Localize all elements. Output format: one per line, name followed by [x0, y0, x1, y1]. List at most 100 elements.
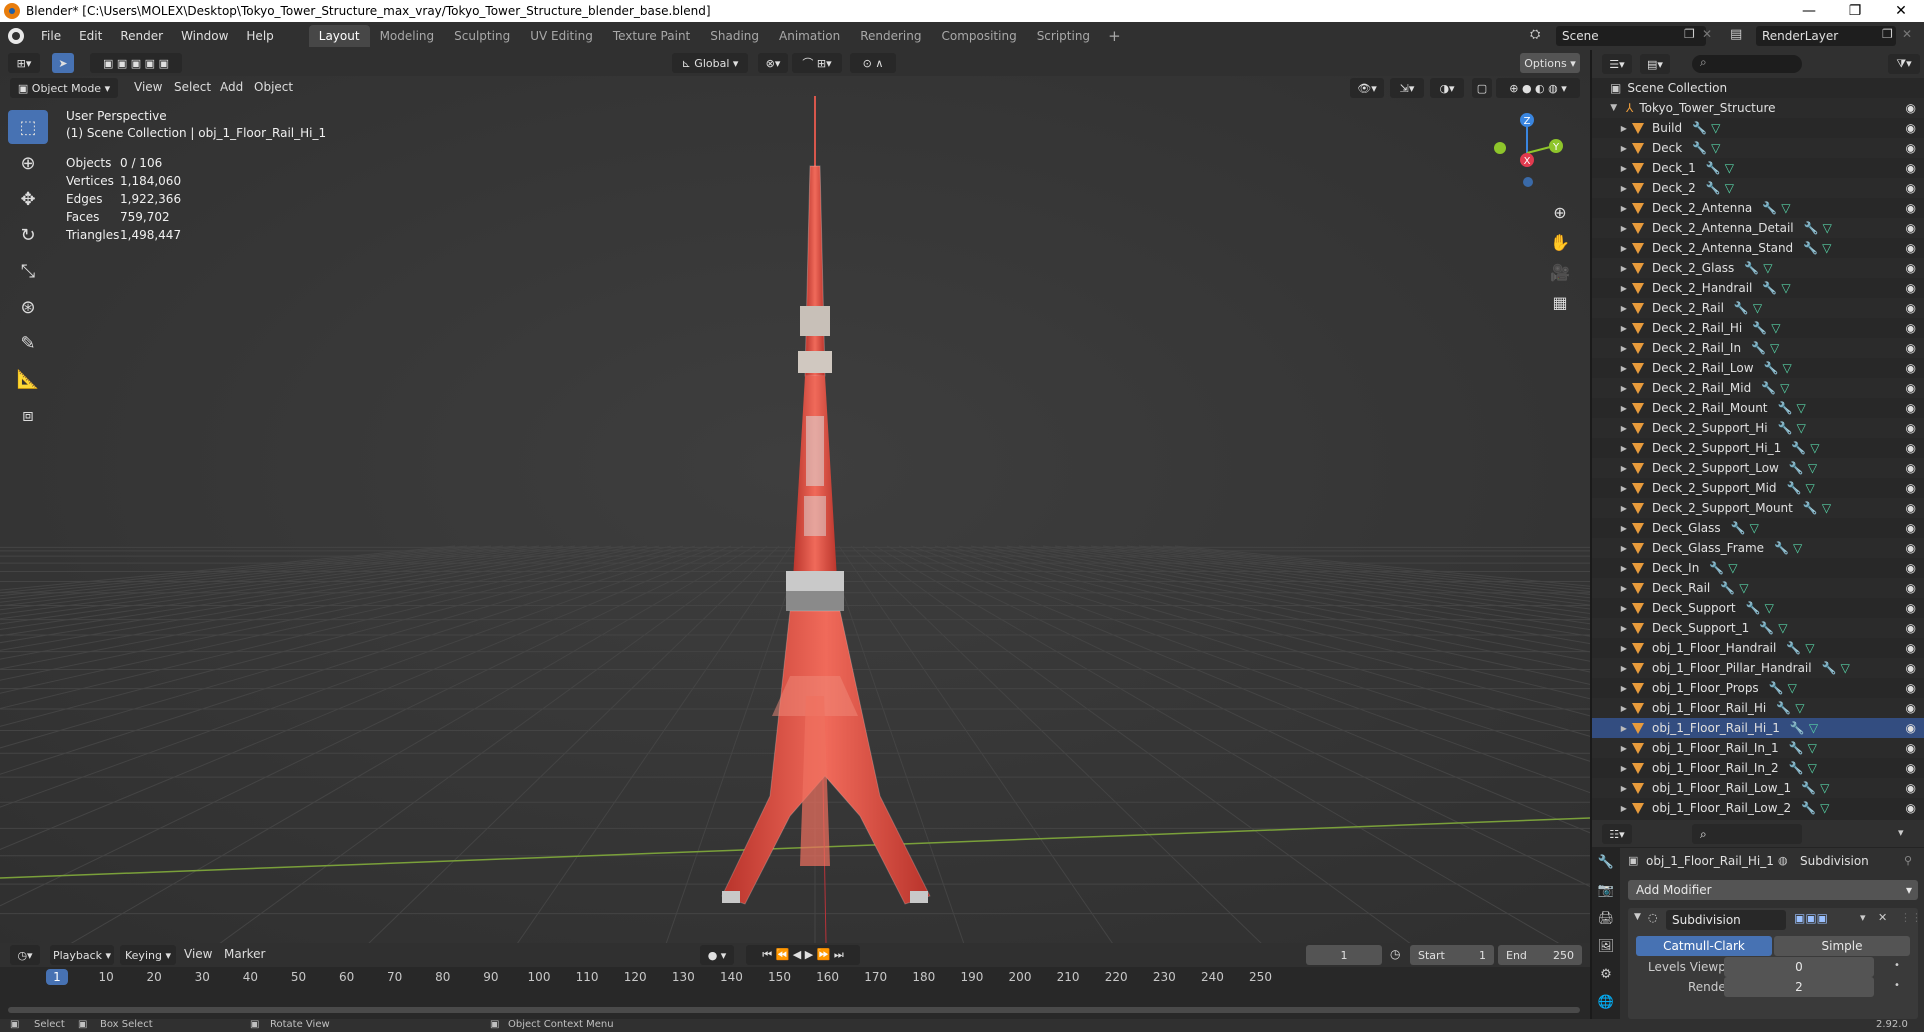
scene-tab-icon[interactable]: ⚙ [1592, 960, 1620, 988]
render-layer-selector[interactable]: RenderLayer [1756, 26, 1896, 46]
mesh-data-icon[interactable]: ▽ [1841, 661, 1850, 675]
wrench-icon[interactable]: 🔧 [1801, 801, 1816, 815]
wrench-icon[interactable]: 🔧 [1778, 421, 1793, 435]
outliner-item[interactable]: ▶ Deck_2_Support_Hi_1 🔧 ▽ ◉ [1592, 438, 1924, 458]
outliner-item[interactable]: ▶ Deck_2_Rail_Hi 🔧 ▽ ◉ [1592, 318, 1924, 338]
mesh-data-icon[interactable]: ▽ [1770, 341, 1779, 355]
zoom-icon[interactable]: ⊕ [1548, 200, 1572, 224]
eye-icon[interactable]: ◉ [1906, 101, 1916, 115]
mesh-data-icon[interactable]: ▽ [1809, 721, 1818, 735]
wrench-icon[interactable]: 🔧 [1731, 521, 1746, 535]
outliner-item[interactable]: ▶ obj_1_Floor_Pillar_Handrail 🔧 ▽ ◉ [1592, 658, 1924, 678]
wrench-icon[interactable]: 🔧 [1787, 481, 1802, 495]
wrench-icon[interactable]: 🔧 [1774, 541, 1789, 555]
proportional-editing-button[interactable]: ⊙ ∧ [850, 53, 896, 73]
outliner-item[interactable]: ▶ obj_1_Floor_Rail_Hi_1 🔧 ▽ ◉ [1592, 718, 1924, 738]
outliner-item[interactable]: ▶ Deck_2_Antenna_Stand 🔧 ▽ ◉ [1592, 238, 1924, 258]
camera-view-icon[interactable]: 🎥 [1548, 260, 1572, 284]
output-tab-icon[interactable]: 🖨 [1592, 904, 1620, 932]
transform-tool-icon[interactable]: ⊛ [8, 290, 48, 324]
eye-icon[interactable]: ◉ [1906, 641, 1916, 655]
add-cube-tool-icon[interactable]: ⧈ [8, 398, 48, 432]
collection-row[interactable]: ▼ ⅄ Tokyo_Tower_Structure ◉ [1592, 98, 1924, 118]
mesh-data-icon[interactable]: ▽ [1763, 261, 1772, 275]
wrench-icon[interactable]: 🔧 [1822, 661, 1837, 675]
eye-icon[interactable]: ◉ [1906, 201, 1916, 215]
wrench-icon[interactable]: 🔧 [1744, 261, 1759, 275]
outliner-item[interactable]: ▶ Deck_2_Rail_Mid 🔧 ▽ ◉ [1592, 378, 1924, 398]
options-button[interactable]: Options ▾ [1520, 53, 1580, 73]
mesh-data-icon[interactable]: ▽ [1780, 381, 1789, 395]
shading-mode-buttons[interactable]: ⊕ ● ◐ ◍ ▾ [1496, 78, 1580, 98]
wrench-icon[interactable]: 🔧 [1762, 201, 1777, 215]
expand-arrow-icon[interactable]: ▶ [1592, 704, 1632, 713]
mesh-data-icon[interactable]: ▽ [1753, 301, 1762, 315]
expand-arrow-icon[interactable]: ▶ [1592, 284, 1632, 293]
eye-icon[interactable]: ◉ [1906, 301, 1916, 315]
eye-icon[interactable]: ◉ [1906, 741, 1916, 755]
mesh-data-icon[interactable]: ▽ [1725, 161, 1734, 175]
mesh-data-icon[interactable]: ▽ [1739, 581, 1748, 595]
tab-shading[interactable]: Shading [700, 25, 769, 47]
outliner-item[interactable]: ▶ Deck_2_Rail_In 🔧 ▽ ◉ [1592, 338, 1924, 358]
expand-arrow-icon[interactable]: ▶ [1592, 264, 1632, 273]
outliner-search-input[interactable]: ⌕ [1692, 55, 1802, 73]
keying-dropdown[interactable]: Keying ▾ [120, 945, 176, 965]
outliner-item[interactable]: ▶ Deck_2_Handrail 🔧 ▽ ◉ [1592, 278, 1924, 298]
wrench-icon[interactable]: 🔧 [1778, 401, 1793, 415]
catmull-clark-button[interactable]: Catmull-Clark [1636, 936, 1772, 956]
expand-arrow-icon[interactable]: ▶ [1592, 464, 1632, 473]
eye-icon[interactable]: ◉ [1906, 381, 1916, 395]
mesh-data-icon[interactable]: ▽ [1778, 621, 1787, 635]
wrench-icon[interactable]: 🔧 [1776, 701, 1791, 715]
outliner-item[interactable]: ▶ Deck 🔧 ▽ ◉ [1592, 138, 1924, 158]
tab-scripting[interactable]: Scripting [1027, 25, 1100, 47]
add-workspace-button[interactable]: + [1100, 27, 1129, 45]
outliner-item[interactable]: ▶ obj_1_Floor_Rail_In_2 🔧 ▽ ◉ [1592, 758, 1924, 778]
expand-arrow-icon[interactable]: ▶ [1592, 164, 1632, 173]
outliner-item[interactable]: ▶ obj_1_Floor_Props 🔧 ▽ ◉ [1592, 678, 1924, 698]
expand-arrow-icon[interactable]: ▶ [1592, 664, 1632, 673]
expand-arrow-icon[interactable]: ▶ [1592, 764, 1632, 773]
outliner-item[interactable]: ▶ obj_1_Floor_Rail_In_1 🔧 ▽ ◉ [1592, 738, 1924, 758]
eye-icon[interactable]: ◉ [1906, 481, 1916, 495]
eye-icon[interactable]: ◉ [1906, 681, 1916, 695]
expand-arrow-icon[interactable]: ▶ [1592, 204, 1632, 213]
expand-arrow-icon[interactable]: ▶ [1592, 144, 1632, 153]
outliner-item[interactable]: ▶ Deck_Support_1 🔧 ▽ ◉ [1592, 618, 1924, 638]
menu-edit[interactable]: Edit [70, 29, 111, 43]
eye-icon[interactable]: ◉ [1906, 501, 1916, 515]
drag-handle-icon[interactable]: ⋮⋮ [1900, 911, 1922, 924]
timeline-menu-marker[interactable]: Marker [224, 947, 265, 961]
wrench-icon[interactable]: 🔧 [1761, 381, 1776, 395]
wrench-icon[interactable]: 🔧 [1789, 461, 1804, 475]
render-layer-icon[interactable]: ▤ [1730, 27, 1742, 42]
tab-layout[interactable]: Layout [308, 25, 370, 47]
outliner-item[interactable]: ▶ Deck_2_Support_Low 🔧 ▽ ◉ [1592, 458, 1924, 478]
overlay-toggle[interactable]: ◑▾ [1430, 78, 1464, 98]
wrench-icon[interactable]: 🔧 [1803, 241, 1818, 255]
mesh-data-icon[interactable]: ▽ [1805, 641, 1814, 655]
navigation-gizmo[interactable]: Z Y X [1480, 106, 1575, 201]
outliner-item[interactable]: ▶ obj_1_Floor_Rail_Hi 🔧 ▽ ◉ [1592, 698, 1924, 718]
expand-arrow-icon[interactable]: ▶ [1592, 364, 1632, 373]
expand-arrow-icon[interactable]: ▶ [1592, 744, 1632, 753]
modifier-visibility-icons[interactable]: ▣▣▣ [1794, 911, 1828, 925]
eye-icon[interactable]: ◉ [1906, 521, 1916, 535]
wrench-icon[interactable]: 🔧 [1752, 321, 1767, 335]
expand-arrow-icon[interactable]: ▶ [1592, 604, 1632, 613]
start-frame-field[interactable]: Start 1 [1410, 945, 1494, 965]
expand-arrow-icon[interactable]: ▶ [1592, 584, 1632, 593]
outliner-item[interactable]: ▶ Deck_2 🔧 ▽ ◉ [1592, 178, 1924, 198]
eye-icon[interactable]: ◉ [1906, 221, 1916, 235]
render-levels-field[interactable]: 2 [1724, 977, 1874, 997]
remove-modifier-icon[interactable]: ✕ [1878, 911, 1887, 924]
menu-add[interactable]: Add [220, 80, 243, 94]
mesh-data-icon[interactable]: ▽ [1793, 541, 1802, 555]
outliner-item[interactable]: ▶ Deck_2_Rail 🔧 ▽ ◉ [1592, 298, 1924, 318]
current-frame-marker[interactable]: 1 [46, 969, 68, 985]
mesh-data-icon[interactable]: ▽ [1808, 741, 1817, 755]
mesh-data-icon[interactable]: ▽ [1765, 601, 1774, 615]
eye-icon[interactable]: ◉ [1906, 601, 1916, 615]
expand-arrow-icon[interactable]: ▶ [1592, 304, 1632, 313]
